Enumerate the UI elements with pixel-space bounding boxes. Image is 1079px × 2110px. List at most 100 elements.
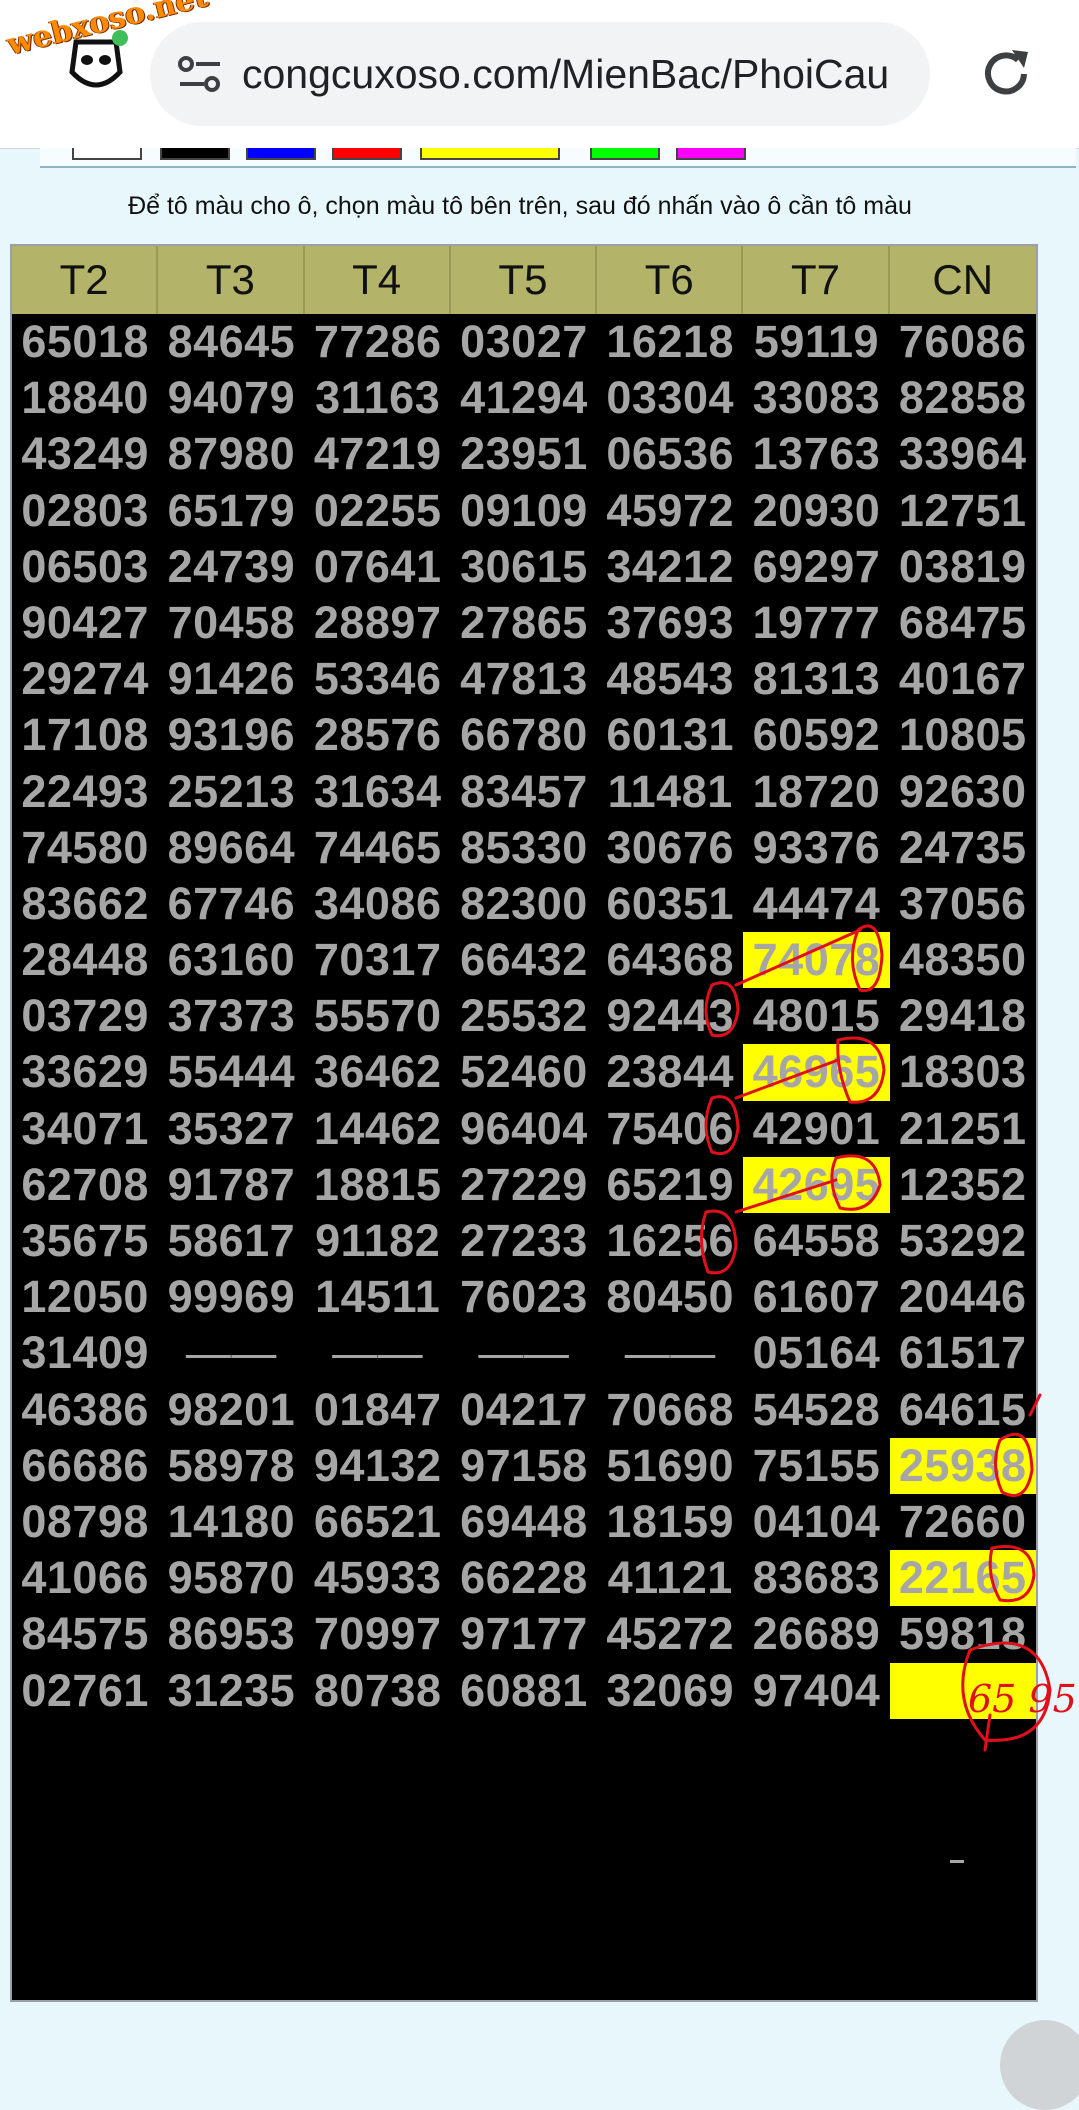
table-cell[interactable]: 65179: [158, 483, 304, 539]
table-cell[interactable]: 51690: [597, 1438, 743, 1494]
table-cell[interactable]: 33083: [743, 370, 889, 426]
table-cell[interactable]: 20446: [890, 1269, 1036, 1325]
table-cell[interactable]: ——: [305, 1325, 451, 1381]
table-cell[interactable]: 18159: [597, 1494, 743, 1550]
table-cell[interactable]: 30615: [451, 539, 597, 595]
table-cell[interactable]: 14180: [158, 1494, 304, 1550]
table-cell[interactable]: 64558: [743, 1213, 889, 1269]
table-cell[interactable]: 06536: [597, 426, 743, 482]
table-cell[interactable]: 81313: [743, 651, 889, 707]
table-cell[interactable]: 94132: [305, 1438, 451, 1494]
table-cell[interactable]: 25213: [158, 764, 304, 820]
table-cell[interactable]: 54528: [743, 1382, 889, 1438]
table-cell[interactable]: 07641: [305, 539, 451, 595]
table-cell[interactable]: 47219: [305, 426, 451, 482]
table-cell[interactable]: 01847: [305, 1382, 451, 1438]
table-cell[interactable]: 90427: [12, 595, 158, 651]
table-cell[interactable]: 69297: [743, 539, 889, 595]
table-cell[interactable]: 91787: [158, 1157, 304, 1213]
table-cell[interactable]: 34071: [12, 1101, 158, 1157]
table-cell[interactable]: 23844: [597, 1044, 743, 1100]
reload-icon[interactable]: [978, 46, 1034, 102]
table-cell[interactable]: 37056: [890, 876, 1036, 932]
table-cell[interactable]: 61517: [890, 1325, 1036, 1381]
table-cell[interactable]: 47813: [451, 651, 597, 707]
table-cell[interactable]: 83683: [743, 1550, 889, 1606]
table-cell[interactable]: 75155: [743, 1438, 889, 1494]
table-cell[interactable]: 23951: [451, 426, 597, 482]
table-cell[interactable]: 20930: [743, 483, 889, 539]
address-bar[interactable]: congcuxoso.com/MienBac/PhoiCau: [150, 22, 930, 126]
table-cell[interactable]: 83457: [451, 764, 597, 820]
table-cell[interactable]: 52460: [451, 1044, 597, 1100]
table-cell[interactable]: 16218: [597, 314, 743, 370]
table-cell[interactable]: 85330: [451, 820, 597, 876]
table-cell[interactable]: 58978: [158, 1438, 304, 1494]
table-cell[interactable]: 25938: [889, 1437, 1036, 1494]
table-cell[interactable]: 31235: [158, 1663, 304, 1719]
table-cell[interactable]: 74078: [743, 932, 890, 989]
color-swatch[interactable]: [420, 148, 560, 160]
table-cell[interactable]: 11481: [597, 764, 743, 820]
table-cell[interactable]: ——: [158, 1325, 304, 1381]
table-cell[interactable]: 87980: [158, 426, 304, 482]
table-cell[interactable]: 26689: [743, 1606, 889, 1662]
table-cell[interactable]: 24735: [890, 820, 1036, 876]
site-settings-icon[interactable]: [178, 56, 222, 92]
color-swatch[interactable]: [160, 148, 230, 160]
table-cell[interactable]: 80450: [597, 1269, 743, 1325]
table-cell[interactable]: 58617: [158, 1213, 304, 1269]
color-swatch[interactable]: [332, 148, 402, 160]
table-cell[interactable]: 76086: [890, 314, 1036, 370]
table-cell[interactable]: 59119: [743, 314, 889, 370]
table-cell[interactable]: 28448: [12, 932, 158, 988]
table-cell[interactable]: 74465: [305, 820, 451, 876]
table-cell[interactable]: 96404: [451, 1101, 597, 1157]
table-cell[interactable]: 72660: [890, 1494, 1036, 1550]
table-cell[interactable]: 91182: [305, 1213, 451, 1269]
table-cell[interactable]: 98201: [158, 1382, 304, 1438]
table-cell[interactable]: 41294: [451, 370, 597, 426]
table-cell[interactable]: 06503: [12, 539, 158, 595]
table-cell[interactable]: 28576: [305, 707, 451, 763]
table-cell[interactable]: 42695: [743, 1156, 890, 1213]
table-cell[interactable]: 45972: [597, 483, 743, 539]
table-cell[interactable]: 66686: [12, 1438, 158, 1494]
table-cell[interactable]: 46965: [743, 1044, 890, 1101]
table-cell[interactable]: 70668: [597, 1382, 743, 1438]
table-cell[interactable]: 53346: [305, 651, 451, 707]
table-cell[interactable]: 27229: [451, 1157, 597, 1213]
table-cell[interactable]: 76023: [451, 1269, 597, 1325]
table-cell[interactable]: 70458: [158, 595, 304, 651]
table-cell[interactable]: 44474: [743, 876, 889, 932]
table-cell[interactable]: 04217: [451, 1382, 597, 1438]
table-cell[interactable]: 29418: [890, 988, 1036, 1044]
table-cell[interactable]: 37693: [597, 595, 743, 651]
table-cell[interactable]: 66228: [451, 1550, 597, 1606]
table-cell[interactable]: 16256: [597, 1213, 743, 1269]
table-cell[interactable]: 19777: [743, 595, 889, 651]
table-cell[interactable]: 30676: [597, 820, 743, 876]
table-cell[interactable]: 97404: [743, 1663, 889, 1719]
table-cell[interactable]: 18720: [743, 764, 889, 820]
table-cell[interactable]: 41121: [597, 1550, 743, 1606]
table-cell[interactable]: 66521: [305, 1494, 451, 1550]
table-cell[interactable]: 12751: [890, 483, 1036, 539]
table-cell[interactable]: 03729: [12, 988, 158, 1044]
scroll-handle[interactable]: [1000, 2020, 1079, 2110]
table-cell[interactable]: 02255: [305, 483, 451, 539]
table-cell[interactable]: 34086: [305, 876, 451, 932]
table-cell[interactable]: 70997: [305, 1606, 451, 1662]
table-cell[interactable]: 37373: [158, 988, 304, 1044]
table-cell[interactable]: 63160: [158, 932, 304, 988]
table-cell[interactable]: 28897: [305, 595, 451, 651]
table-cell[interactable]: 13763: [743, 426, 889, 482]
table-cell[interactable]: 95870: [158, 1550, 304, 1606]
table-cell[interactable]: 02761: [12, 1663, 158, 1719]
table-cell[interactable]: 33629: [12, 1044, 158, 1100]
table-cell[interactable]: 93196: [158, 707, 304, 763]
table-cell[interactable]: 03819: [890, 539, 1036, 595]
table-cell[interactable]: 77286: [305, 314, 451, 370]
color-swatch[interactable]: [590, 148, 660, 160]
table-cell[interactable]: 41066: [12, 1550, 158, 1606]
